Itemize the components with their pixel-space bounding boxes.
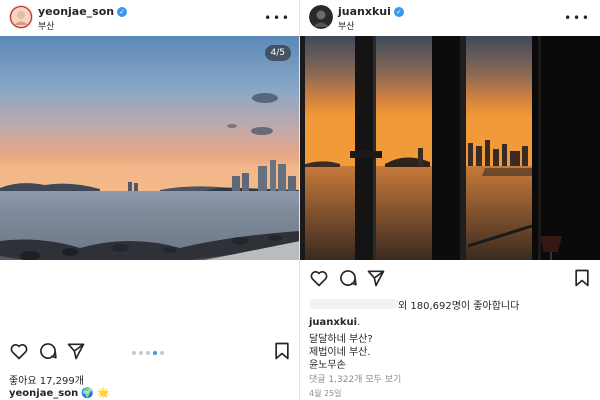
liked-by-avatars[interactable]	[309, 296, 399, 310]
username[interactable]: yeonjae_son ✓	[38, 5, 128, 18]
carousel-counter: 4/5	[264, 45, 291, 61]
caption-text: 🌍 🌟	[81, 388, 110, 399]
caption-line-3: 윤노무손	[309, 360, 346, 371]
post-date: 4월 25일	[309, 389, 342, 398]
comment-icon[interactable]	[338, 268, 358, 288]
username-text[interactable]: yeonjae_son	[38, 5, 114, 18]
bookmark-icon[interactable]	[272, 341, 292, 361]
caption-username-suffix: .	[357, 317, 361, 328]
seaside-sunset-photo	[0, 36, 300, 260]
view-all-comments-link[interactable]: 댓글 1,322개 모두 보기	[309, 372, 401, 385]
caption-header: juanxkui.	[309, 317, 360, 328]
post-juanxkui: juanxkui ✓ 부산 • • • 외 180,692명이 좋아합니다 ju…	[300, 0, 600, 400]
post-photo[interactable]: 4/5	[0, 36, 300, 260]
carousel-dots	[132, 351, 164, 355]
more-options-icon[interactable]: • • •	[264, 11, 289, 25]
carousel-dot[interactable]	[146, 351, 150, 355]
post-yeonjae-son: yeonjae_son ✓ 부산 • • • 4/5 좋아요 17,299개 y…	[0, 0, 300, 400]
action-bar	[0, 338, 300, 366]
caption-username[interactable]: juanxkui	[309, 317, 357, 328]
window-sunset-photo	[300, 36, 600, 260]
username-text[interactable]: juanxkui	[338, 5, 391, 18]
avatar[interactable]	[309, 5, 333, 29]
likes-count[interactable]: 외 180,692명이 좋아합니다	[398, 297, 519, 312]
bookmark-icon[interactable]	[572, 268, 592, 288]
verified-badge-icon: ✓	[117, 6, 128, 17]
comment-icon[interactable]	[38, 341, 58, 361]
caption: yeonjae_son 🌍 🌟	[9, 388, 109, 399]
heart-icon[interactable]	[309, 268, 329, 288]
carousel-dot[interactable]	[139, 351, 143, 355]
more-options-icon[interactable]: • • •	[564, 11, 589, 25]
location[interactable]: 부산	[38, 19, 55, 32]
share-icon[interactable]	[66, 341, 86, 361]
post-header: yeonjae_son ✓ 부산 • • •	[0, 0, 300, 36]
carousel-dot[interactable]	[160, 351, 164, 355]
carousel-dot-active[interactable]	[153, 351, 157, 355]
post-header: juanxkui ✓ 부산 • • •	[300, 0, 600, 36]
caption-username[interactable]: yeonjae_son	[9, 388, 78, 399]
likes-count[interactable]: 좋아요 17,299개	[9, 372, 84, 387]
post-photo[interactable]	[300, 36, 600, 260]
location[interactable]: 부산	[338, 19, 355, 32]
heart-icon[interactable]	[9, 341, 29, 361]
share-icon[interactable]	[366, 268, 386, 288]
action-bar	[300, 265, 600, 293]
carousel-dot[interactable]	[132, 351, 136, 355]
verified-badge-icon: ✓	[393, 6, 404, 17]
avatar[interactable]	[9, 5, 33, 29]
username[interactable]: juanxkui ✓	[338, 5, 404, 18]
